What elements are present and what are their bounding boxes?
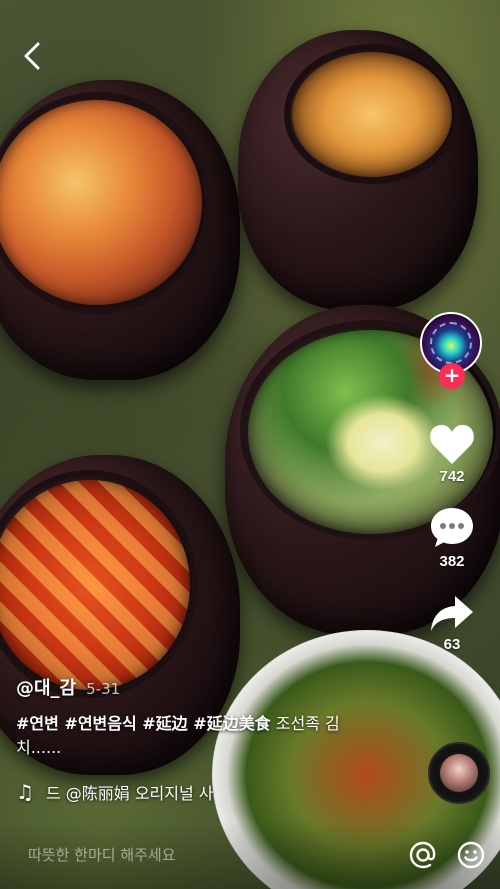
post-date: 5-31 (86, 680, 121, 698)
smiley-icon (457, 841, 485, 868)
comment-button[interactable]: 382 (428, 505, 476, 570)
music-disc-button[interactable] (428, 742, 490, 804)
comment-count: 382 (439, 553, 465, 570)
caption-hashtags[interactable]: #연변 #연변음식 #延边 #延边美食 (16, 714, 271, 733)
music-info[interactable]: ♫ 드 @陈丽娟 오리지널 사 (16, 780, 286, 804)
music-track: 드 @陈丽娟 오리지널 사 (45, 784, 214, 803)
comment-input[interactable] (28, 845, 392, 864)
comment-bubble-icon (431, 508, 473, 547)
heart-icon (430, 424, 474, 464)
action-rail: + 742 382 63 (414, 312, 490, 653)
like-button[interactable]: 742 (428, 422, 476, 485)
video-info: @대_감 5-31 #연변 #연변음식 #延边 #延边美食 조선족 김치....… (16, 674, 356, 760)
back-button[interactable] (18, 40, 46, 72)
emoji-button[interactable] (454, 838, 488, 872)
chevron-left-icon (24, 42, 40, 70)
author-avatar-button[interactable]: + (420, 312, 484, 389)
music-cover (440, 754, 478, 792)
share-button[interactable]: 63 (429, 594, 475, 653)
follow-button[interactable]: + (439, 363, 465, 389)
share-count: 63 (443, 636, 461, 653)
mention-button[interactable] (406, 838, 440, 872)
author-name[interactable]: @대_감 (16, 674, 76, 700)
music-note-icon: ♫ (16, 780, 34, 804)
like-count: 742 (439, 468, 465, 485)
video-caption[interactable]: #연변 #연변음식 #延边 #延边美食 조선족 김치...... (16, 712, 356, 760)
comment-bar (0, 820, 500, 889)
share-arrow-icon (431, 596, 473, 631)
at-sign-icon (409, 841, 436, 868)
pot-rim (284, 44, 460, 184)
